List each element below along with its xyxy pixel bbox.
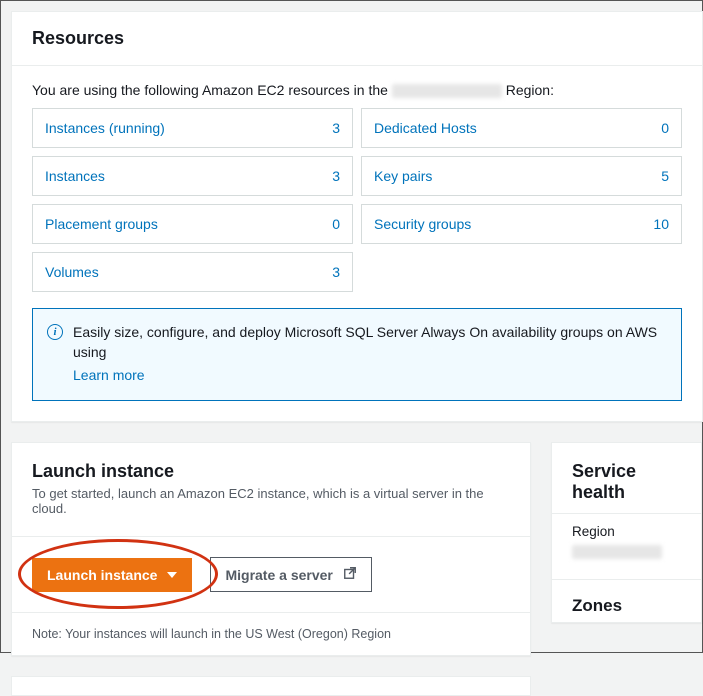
service-region-redacted [572,545,662,559]
resource-count: 5 [661,168,669,184]
resource-count: 10 [653,216,669,232]
resource-instances[interactable]: Instances 3 [32,156,353,196]
migrate-server-button[interactable]: Migrate a server [210,557,371,592]
info-icon: i [47,324,63,340]
resources-panel: Resources You are using the following Am… [11,11,703,422]
zones-heading: Zones [572,596,681,616]
resource-label: Instances (running) [45,120,165,136]
region-name-redacted [392,84,502,98]
next-panel-stub [11,676,531,696]
resource-label: Key pairs [374,168,432,184]
service-health-body: Region [552,513,701,579]
resource-placement-groups[interactable]: Placement groups 0 [32,204,353,244]
resource-count: 3 [332,168,340,184]
resource-count: 3 [332,264,340,280]
resource-label: Volumes [45,264,99,280]
info-message: Easily size, configure, and deploy Micro… [73,324,657,360]
resource-empty-cell [361,252,682,292]
resources-header: Resources [12,12,702,55]
resource-count: 0 [661,120,669,136]
resource-label: Dedicated Hosts [374,120,477,136]
resource-instances-running[interactable]: Instances (running) 3 [32,108,353,148]
resource-grid: Instances (running) 3 Dedicated Hosts 0 … [12,108,702,292]
info-banner: i Easily size, configure, and deploy Mic… [32,308,682,401]
launch-subtext: To get started, launch an Amazon EC2 ins… [12,486,530,516]
chevron-down-icon [167,572,177,578]
service-health-heading: Service health [572,461,681,503]
launch-heading: Launch instance [32,461,510,482]
migrate-button-label: Migrate a server [225,567,332,583]
resource-key-pairs[interactable]: Key pairs 5 [361,156,682,196]
service-health-panel: Service health Region Zones [551,442,702,623]
learn-more-link[interactable]: Learn more [73,366,145,386]
resources-intro: You are using the following Amazon EC2 r… [12,65,702,108]
launch-actions: Launch instance Migrate a server [12,536,530,612]
resource-count: 0 [332,216,340,232]
launch-instance-panel: Launch instance To get started, launch a… [11,442,531,656]
resource-count: 3 [332,120,340,136]
info-text: Easily size, configure, and deploy Micro… [73,323,667,386]
launch-header: Launch instance [12,443,530,486]
dashboard-row: Launch instance To get started, launch a… [11,442,702,676]
service-health-header: Service health [552,443,701,513]
resource-label: Instances [45,168,105,184]
intro-suffix: Region: [506,82,554,98]
resource-label: Security groups [374,216,471,232]
launch-note: Note: Your instances will launch in the … [12,612,530,655]
intro-prefix: You are using the following Amazon EC2 r… [32,82,388,98]
ec2-dashboard: Resources You are using the following Am… [0,0,703,653]
resource-dedicated-hosts[interactable]: Dedicated Hosts 0 [361,108,682,148]
resource-security-groups[interactable]: Security groups 10 [361,204,682,244]
resource-volumes[interactable]: Volumes 3 [32,252,353,292]
launch-instance-button[interactable]: Launch instance [32,558,192,592]
zones-header: Zones [552,579,701,622]
launch-button-label: Launch instance [47,567,157,583]
resource-label: Placement groups [45,216,158,232]
region-label: Region [572,524,681,539]
external-link-icon [343,566,357,583]
resources-heading: Resources [32,28,682,49]
